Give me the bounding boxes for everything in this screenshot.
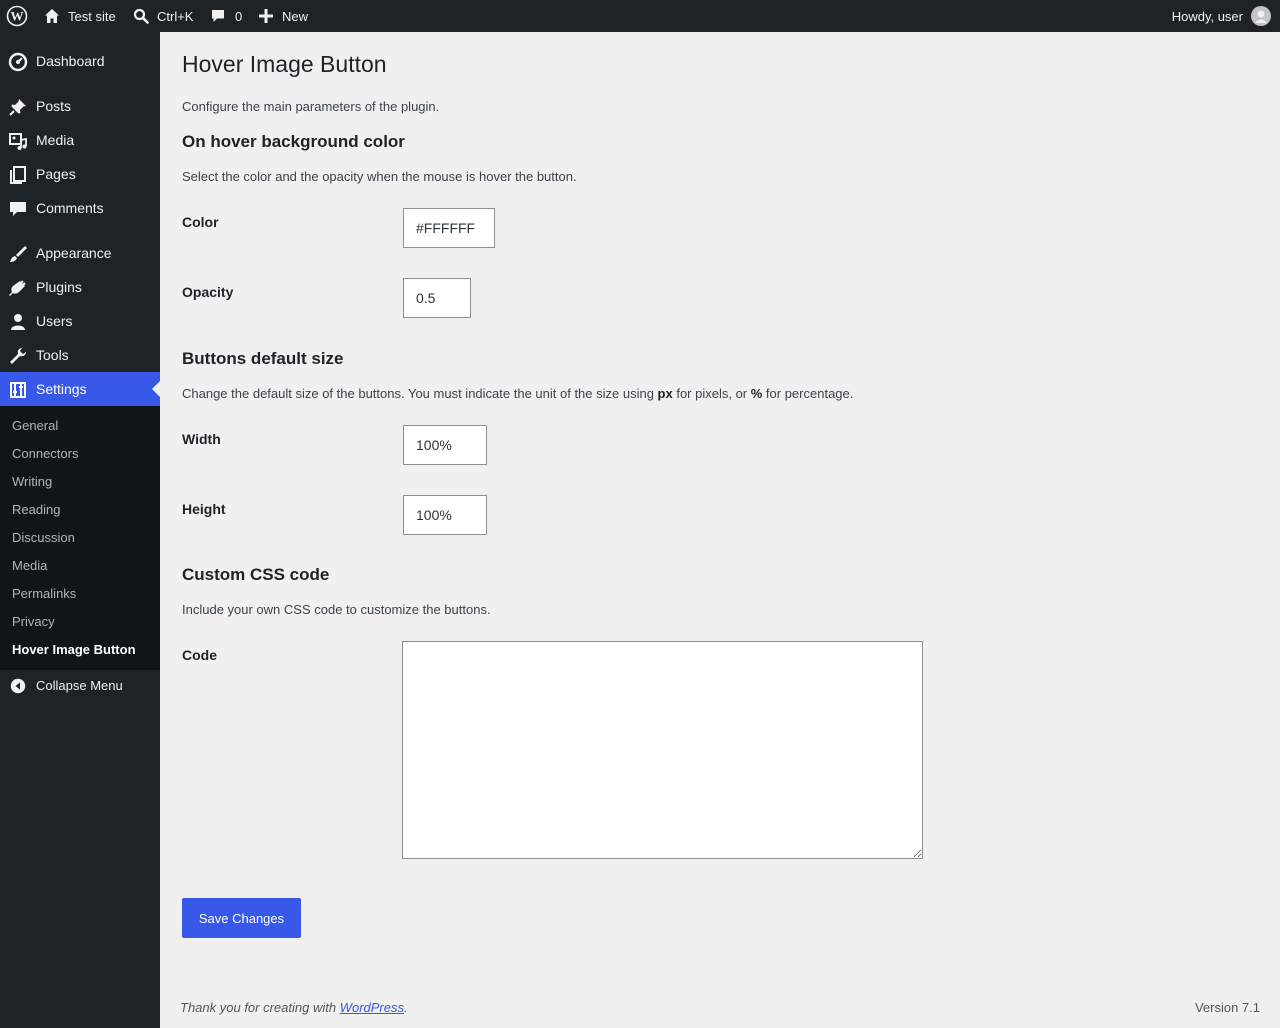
settings-sliders-icon bbox=[10, 382, 26, 398]
sidebar-item-label: Users bbox=[36, 313, 73, 329]
user-icon bbox=[11, 314, 25, 330]
wrench-icon bbox=[10, 348, 26, 364]
submenu-item-permalinks[interactable]: Permalinks bbox=[12, 586, 76, 601]
svg-text:W: W bbox=[11, 9, 24, 24]
section-description-css: Include your own CSS code to customize t… bbox=[182, 602, 491, 617]
dashboard-icon bbox=[8, 52, 28, 72]
section-description-hover: Select the color and the opacity when th… bbox=[182, 169, 577, 184]
code-label: Code bbox=[182, 647, 217, 663]
height-label: Height bbox=[182, 501, 226, 517]
wordpress-link[interactable]: WordPress bbox=[340, 1000, 404, 1015]
sidebar-item-label: Settings bbox=[36, 381, 87, 397]
sidebar-item-label: Appearance bbox=[36, 245, 112, 261]
site-name: Test site bbox=[68, 8, 116, 24]
section-title-hover: On hover background color bbox=[182, 132, 405, 151]
page-title: Hover Image Button bbox=[182, 51, 387, 77]
collapse-arrow-icon bbox=[10, 678, 26, 694]
unit-percent: % bbox=[750, 386, 763, 401]
sidebar-item-posts[interactable]: Posts bbox=[0, 89, 160, 123]
submenu-item-hover-image-button[interactable]: Hover Image Button bbox=[12, 642, 136, 657]
sidebar-item-comments[interactable]: Comments bbox=[0, 191, 160, 225]
sidebar-item-label: Media bbox=[36, 132, 75, 148]
search-shortcut: Ctrl+K bbox=[157, 8, 194, 24]
sidebar-item-label: Posts bbox=[36, 98, 72, 114]
save-changes-button[interactable]: Save Changes bbox=[182, 898, 301, 938]
collapse-menu-button[interactable]: Collapse Menu bbox=[0, 668, 160, 702]
site-name-link[interactable]: Test site bbox=[44, 0, 116, 32]
sidebar-item-label: Tools bbox=[36, 347, 69, 363]
comments-count: 0 bbox=[235, 8, 243, 24]
wordpress-logo-icon[interactable]: W bbox=[6, 0, 28, 32]
css-code-textarea[interactable] bbox=[402, 641, 923, 859]
sidebar-item-users[interactable]: Users bbox=[0, 304, 160, 338]
new-label: New bbox=[282, 8, 309, 24]
comment-icon bbox=[10, 202, 26, 216]
opacity-input[interactable] bbox=[403, 278, 471, 318]
collapse-menu-label: Collapse Menu bbox=[36, 677, 123, 693]
settings-submenu: General Connectors Writing Reading Discu… bbox=[0, 406, 160, 670]
sidebar-item-media[interactable]: Media bbox=[0, 123, 160, 157]
footer-thanks-prefix: Thank you for creating with bbox=[180, 1000, 340, 1015]
footer-thanks-suffix: . bbox=[404, 1000, 408, 1015]
admin-sidebar: Dashboard Posts Media Pages Comments App… bbox=[0, 32, 160, 1028]
submenu-item-media[interactable]: Media bbox=[12, 558, 47, 573]
size-description-text: for pixels, or bbox=[672, 386, 751, 401]
search-icon bbox=[133, 8, 149, 24]
brush-icon bbox=[10, 246, 27, 262]
sidebar-item-label: Comments bbox=[36, 200, 104, 216]
submenu-item-general[interactable]: General bbox=[12, 418, 58, 433]
greeting: Howdy, user bbox=[1171, 8, 1243, 24]
height-input[interactable] bbox=[403, 495, 487, 535]
submenu-item-privacy[interactable]: Privacy bbox=[12, 614, 55, 629]
sidebar-item-label: Dashboard bbox=[36, 53, 105, 69]
sidebar-item-appearance[interactable]: Appearance bbox=[0, 236, 160, 270]
color-input[interactable] bbox=[403, 208, 495, 248]
footer-thanks: Thank you for creating with WordPress. bbox=[180, 1000, 408, 1015]
home-icon bbox=[45, 9, 59, 23]
size-description-text: for percentage. bbox=[762, 386, 854, 401]
color-label: Color bbox=[182, 214, 219, 230]
width-input[interactable] bbox=[403, 425, 487, 465]
command-search-button[interactable]: Ctrl+K bbox=[133, 0, 193, 32]
section-description-size: Change the default size of the buttons. … bbox=[182, 386, 853, 401]
unit-px: px bbox=[657, 386, 673, 401]
opacity-label: Opacity bbox=[182, 284, 234, 300]
section-title-size: Buttons default size bbox=[182, 349, 344, 368]
sidebar-item-pages[interactable]: Pages bbox=[0, 157, 160, 191]
pages-icon bbox=[10, 166, 26, 184]
avatar bbox=[1251, 6, 1271, 26]
submenu-item-discussion[interactable]: Discussion bbox=[12, 530, 75, 545]
sidebar-item-label: Plugins bbox=[36, 279, 82, 295]
new-content-link[interactable]: New bbox=[259, 0, 308, 32]
pin-icon bbox=[9, 99, 26, 116]
sidebar-item-plugins[interactable]: Plugins bbox=[0, 270, 160, 304]
page-intro: Configure the main parameters of the plu… bbox=[182, 99, 440, 114]
admin-bar: W Test site Ctrl+K 0 New Howdy, user bbox=[0, 0, 1280, 32]
footer-version: Version 7.1 bbox=[1194, 1000, 1260, 1015]
sidebar-item-label: Pages bbox=[36, 166, 76, 182]
sidebar-item-dashboard[interactable]: Dashboard bbox=[0, 44, 160, 78]
account-menu[interactable]: Howdy, user bbox=[1172, 0, 1271, 32]
comment-icon bbox=[212, 10, 224, 22]
sidebar-item-settings[interactable]: Settings bbox=[0, 372, 160, 406]
media-icon bbox=[9, 133, 27, 150]
size-description-text: Change the default size of the buttons. … bbox=[182, 386, 658, 401]
submenu-item-writing[interactable]: Writing bbox=[12, 474, 52, 489]
sidebar-item-tools[interactable]: Tools bbox=[0, 338, 160, 372]
width-label: Width bbox=[182, 431, 221, 447]
submenu-item-reading[interactable]: Reading bbox=[12, 502, 60, 517]
comments-link[interactable]: 0 bbox=[210, 0, 242, 32]
plus-icon bbox=[259, 9, 273, 23]
plug-icon bbox=[9, 280, 26, 296]
section-title-css: Custom CSS code bbox=[182, 565, 330, 584]
submenu-item-connectors[interactable]: Connectors bbox=[12, 446, 78, 461]
